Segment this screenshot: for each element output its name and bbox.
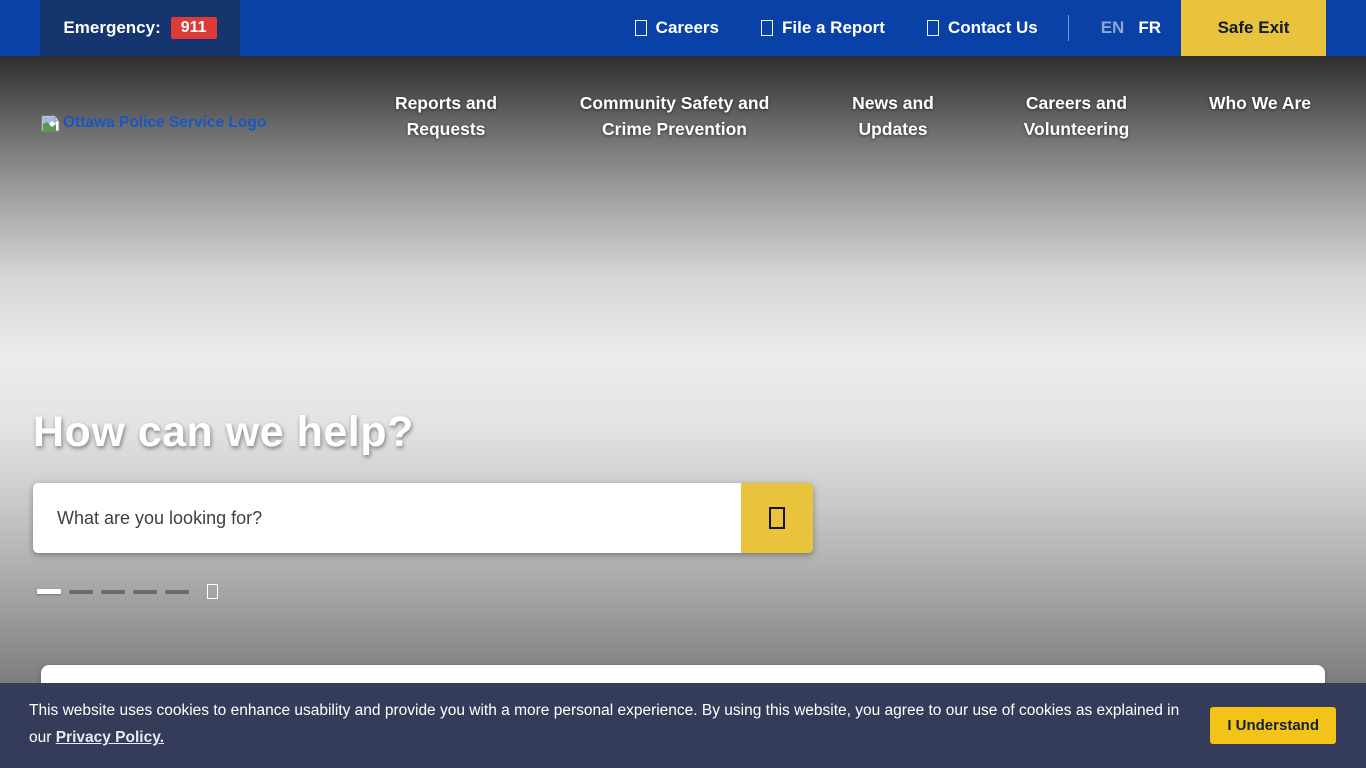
- cookie-accept-button[interactable]: I Understand: [1210, 707, 1336, 744]
- search-icon: [769, 507, 785, 529]
- pause-icon: [207, 584, 218, 599]
- nav-item-who-we-are[interactable]: Who We Are: [1195, 90, 1325, 116]
- cookie-message-text: This website uses cookies to enhance usa…: [29, 702, 1179, 746]
- carousel-indicator-2[interactable]: [69, 590, 93, 594]
- logo-alt-text: Ottawa Police Service Logo: [63, 114, 266, 132]
- language-fr[interactable]: FR: [1138, 18, 1161, 38]
- topbar-divider: [1068, 15, 1069, 41]
- topbar-links: Careers File a Report Contact Us EN FR S…: [635, 0, 1366, 56]
- hero-section: Ottawa Police Service Logo Reports and R…: [0, 56, 1366, 768]
- file-a-report-link[interactable]: File a Report: [761, 18, 885, 38]
- search-input[interactable]: [33, 483, 741, 553]
- carousel-indicator-3[interactable]: [101, 590, 125, 594]
- search-button[interactable]: [741, 483, 813, 553]
- carousel-controls: [37, 584, 218, 599]
- careers-link[interactable]: Careers: [635, 18, 719, 38]
- site-search: [33, 483, 813, 553]
- emergency-number-badge: 911: [171, 17, 217, 39]
- page-title: How can we help?: [33, 408, 414, 457]
- broken-image-icon: [41, 115, 60, 132]
- privacy-policy-link[interactable]: Privacy Policy.: [56, 729, 164, 746]
- logo-link[interactable]: Ottawa Police Service Logo: [41, 114, 371, 132]
- safe-exit-button[interactable]: Safe Exit: [1181, 0, 1326, 56]
- language-en[interactable]: EN: [1101, 18, 1125, 38]
- careers-icon: [635, 20, 647, 36]
- contact-us-link[interactable]: Contact Us: [927, 18, 1038, 38]
- nav-list: Reports and Requests Community Safety an…: [371, 90, 1325, 142]
- nav-item-news-and-updates[interactable]: News and Updates: [828, 90, 958, 142]
- top-utility-bar: Emergency: 911 Careers File a Report Con…: [0, 0, 1366, 56]
- file-report-icon: [761, 20, 773, 36]
- nav-item-reports-and-requests[interactable]: Reports and Requests: [371, 90, 521, 142]
- language-toggle: EN FR: [1101, 18, 1161, 38]
- contact-us-icon: [927, 20, 939, 36]
- nav-item-careers-and-volunteering[interactable]: Careers and Volunteering: [997, 90, 1157, 142]
- emergency-banner: Emergency: 911: [40, 0, 240, 56]
- main-navigation: Ottawa Police Service Logo Reports and R…: [0, 56, 1366, 142]
- carousel-indicator-1[interactable]: [37, 589, 61, 594]
- cookie-banner: This website uses cookies to enhance usa…: [0, 683, 1366, 768]
- carousel-pause-button[interactable]: [207, 584, 218, 599]
- carousel-indicator-4[interactable]: [133, 590, 157, 594]
- careers-link-label: Careers: [656, 18, 719, 38]
- file-a-report-link-label: File a Report: [782, 18, 885, 38]
- nav-item-community-safety[interactable]: Community Safety and Crime Prevention: [560, 90, 790, 142]
- cookie-message: This website uses cookies to enhance usa…: [29, 697, 1196, 751]
- contact-us-link-label: Contact Us: [948, 18, 1038, 38]
- emergency-label: Emergency:: [63, 18, 160, 38]
- carousel-indicator-5[interactable]: [165, 590, 189, 594]
